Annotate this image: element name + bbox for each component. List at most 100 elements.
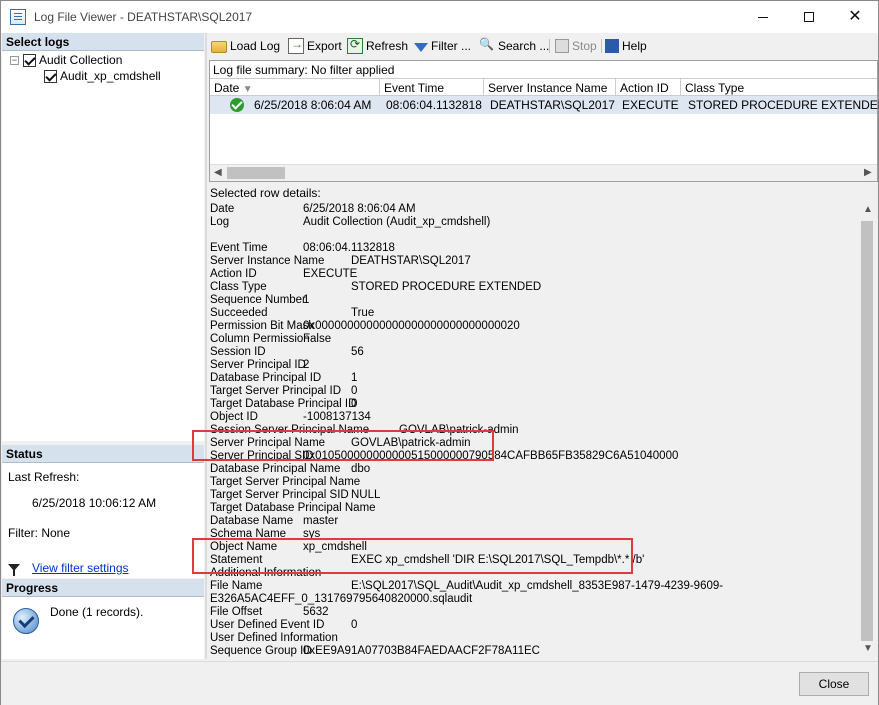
close-button[interactable]: Close: [799, 672, 869, 696]
detail-label: Event Time: [210, 242, 268, 254]
detail-label: Log: [210, 216, 230, 228]
success-check-icon: [230, 98, 244, 112]
table-row[interactable]: 6/25/2018 8:06:04 AM 08:06:04.1132818 DE…: [210, 96, 879, 114]
export-label: Export: [307, 39, 342, 53]
detail-value: DEATHSTAR\SQL2017: [351, 255, 471, 267]
detail-label: Date: [210, 203, 235, 215]
column-header-server-instance[interactable]: Server Instance Name: [484, 79, 616, 96]
tree-item-audit-xp-cmdshell[interactable]: Audit_xp_cmdshell: [44, 68, 161, 84]
log-tree: − Audit Collection Audit_xp_cmdshell: [2, 51, 204, 441]
detail-label: File Offset: [210, 606, 263, 618]
column-header-event-time[interactable]: Event Time: [380, 79, 484, 96]
detail-label: Permission Bit Mask: [210, 320, 315, 332]
log-summary: Log file summary: No filter applied: [213, 63, 395, 77]
detail-label: Target Server Principal SID: [210, 489, 349, 501]
footer: [1, 661, 878, 705]
search-label: Search ...: [498, 39, 550, 53]
detail-value: 2: [303, 359, 310, 371]
scroll-left-icon[interactable]: ◀: [214, 167, 222, 178]
search-button[interactable]: Search ...: [479, 37, 549, 55]
detail-value: 5632: [303, 606, 329, 618]
toolbar: Load Log Export Refresh Filter ... Searc…: [207, 34, 878, 58]
help-label: Help: [622, 39, 647, 53]
maximize-button[interactable]: [786, 1, 832, 33]
cell-server-instance: DEATHSTAR\SQL2017: [490, 98, 615, 112]
audit-collection-checkbox[interactable]: [23, 53, 36, 67]
tree-item-audit-collection[interactable]: − Audit Collection: [10, 52, 122, 68]
detail-label: Action ID: [210, 268, 257, 280]
help-button[interactable]: Help: [605, 37, 647, 55]
filter-status: Filter: None: [8, 526, 71, 540]
detail-value: dbo: [351, 463, 371, 475]
log-file-viewer-window: Log File Viewer - DEATHSTAR\SQL2017 ✕ Se…: [0, 0, 879, 705]
details-vertical-scrollbar[interactable]: ▲ ▼: [859, 201, 876, 659]
log-grid: Log file summary: No filter applied Date…: [209, 60, 879, 182]
detail-value: True: [351, 307, 375, 319]
detail-value: -1008137134: [303, 411, 371, 423]
load-log-button[interactable]: Load Log: [211, 37, 280, 55]
collapse-icon[interactable]: −: [10, 55, 19, 65]
detail-label: Database Principal Name: [210, 463, 341, 475]
highlight-statement: [192, 538, 633, 574]
column-header-action-id[interactable]: Action ID: [616, 79, 681, 96]
search-icon: [479, 37, 495, 54]
scroll-right-icon[interactable]: ▶: [864, 167, 872, 178]
audit-xp-cmdshell-checkbox[interactable]: [44, 69, 57, 83]
column-header-date[interactable]: Date ▼: [210, 79, 380, 96]
toolbar-separator: [601, 39, 602, 53]
detail-value: 0x00000000000000000000000000000020: [303, 320, 520, 332]
detail-value: 0: [351, 398, 358, 410]
detail-value: master: [303, 515, 339, 527]
minimize-button[interactable]: [740, 1, 786, 33]
refresh-label: Refresh: [366, 39, 409, 53]
detail-value: NULL: [351, 489, 381, 501]
window-title: Log File Viewer - DEATHSTAR\SQL2017: [34, 10, 253, 24]
detail-label: Target Database Principal ID: [210, 398, 357, 410]
progress-text: Done (1 records).: [50, 605, 144, 619]
detail-label: Target Server Principal Name: [210, 476, 361, 488]
view-filter-settings-link[interactable]: View filter settings: [32, 561, 129, 575]
detail-value: 0xEE9A91A07703B84FAEDAACF2F78A11EC: [303, 645, 540, 657]
scroll-down-icon[interactable]: ▼: [863, 643, 873, 654]
help-icon: [605, 39, 619, 53]
folder-icon: [211, 41, 227, 53]
minimize-icon: [758, 16, 768, 18]
detail-label: Sequence Number: [210, 294, 306, 306]
scrollbar-thumb[interactable]: [227, 167, 285, 179]
grid-horizontal-scrollbar[interactable]: ◀ ▶: [210, 164, 877, 181]
detail-label: Target Server Principal ID: [210, 385, 342, 397]
column-header-class-type[interactable]: Class Type: [681, 79, 877, 96]
detail-value: 6/25/2018 8:06:04 AM: [303, 203, 416, 215]
scrollbar-thumb[interactable]: [861, 221, 873, 641]
detail-label: Target Database Principal Name: [210, 502, 376, 514]
detail-label: Session ID: [210, 346, 266, 358]
refresh-button[interactable]: Refresh: [347, 37, 408, 55]
stop-icon: [555, 39, 569, 53]
grid-header: Date ▼ Event Time Server Instance Name A…: [210, 78, 877, 96]
stop-button[interactable]: Stop: [555, 37, 597, 55]
detail-value: 0: [351, 619, 358, 631]
details-header: Selected row details:: [210, 186, 321, 200]
status-header: Status: [2, 445, 204, 463]
done-check-icon: [13, 608, 39, 634]
select-logs-header: Select logs: [2, 33, 204, 51]
detail-value: 0: [351, 385, 358, 397]
filter-label: Filter ...: [431, 39, 472, 53]
detail-value: E326A5AC4EFF_0_131769795640820000.sqlaud…: [210, 593, 473, 605]
detail-label: Class Type: [210, 281, 267, 293]
filter-funnel-icon: [414, 42, 428, 52]
export-button[interactable]: Export: [288, 37, 342, 55]
cell-event-time: 08:06:04.1132818: [386, 98, 482, 112]
detail-value: False: [303, 333, 332, 345]
maximize-icon: [804, 12, 814, 22]
filter-icon: [8, 564, 20, 576]
detail-label: Database Name: [210, 515, 294, 527]
last-refresh-label: Last Refresh:: [8, 470, 80, 484]
stop-label: Stop: [572, 39, 597, 53]
detail-label: File Name: [210, 580, 263, 592]
scroll-up-icon[interactable]: ▲: [863, 204, 873, 215]
detail-value: STORED PROCEDURE EXTENDED: [351, 281, 542, 293]
sort-arrow-icon: ▼: [242, 84, 253, 95]
filter-button[interactable]: Filter ...: [414, 37, 471, 55]
close-window-button[interactable]: ✕: [832, 1, 878, 33]
